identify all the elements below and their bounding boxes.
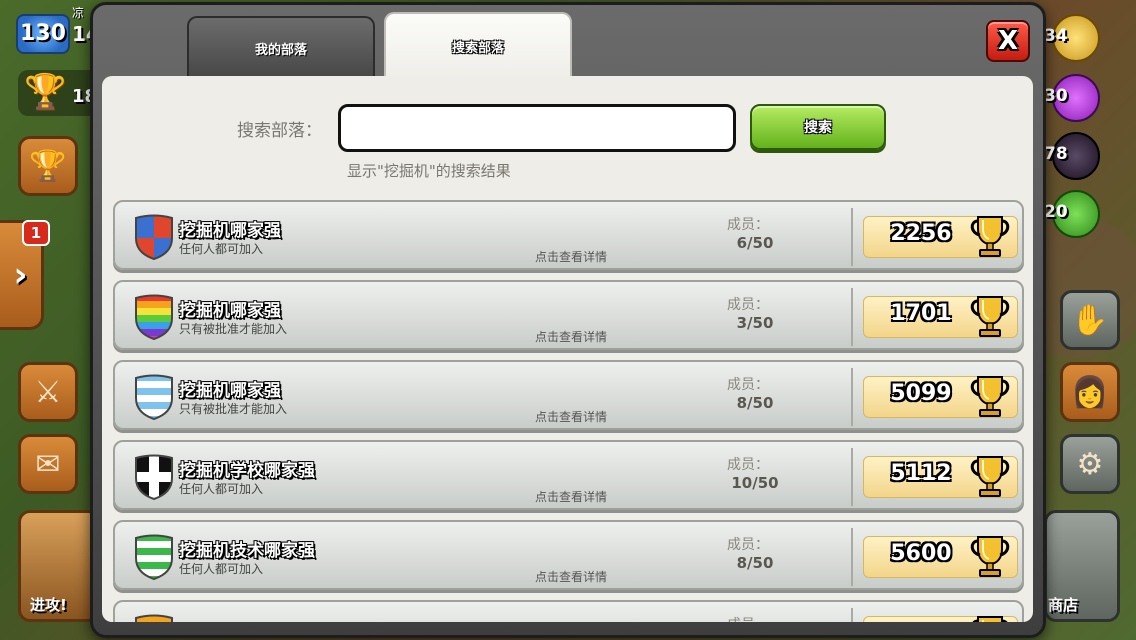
mail-button[interactable]: ✉ xyxy=(18,434,78,494)
members-label: 成员： xyxy=(727,217,769,233)
clan-trophy-box: 5600 xyxy=(863,536,1018,578)
villager-icon: 👩 xyxy=(1071,374,1109,410)
clan-row[interactable]: 挖掘机学校哪家强 任何人都可加入 点击查看详情 成员： 10/50 5112 xyxy=(113,440,1024,510)
clan-details-hint: 点击查看详情 xyxy=(535,330,608,344)
chevron-right-icon: › xyxy=(13,255,28,295)
members-label: 成员： xyxy=(727,537,769,553)
trophy-icon: 🏆 xyxy=(29,148,67,184)
gear-icon: ⚙ xyxy=(1076,446,1104,482)
clan-row[interactable]: 挖掘机哪家强 只有被批准才能加入 点击查看详情 成员： 3/50 1701 xyxy=(113,280,1024,350)
clan-trophy-box: 5099 xyxy=(863,376,1018,418)
notification-badge: 1 xyxy=(22,220,50,246)
orange-shield-icon xyxy=(135,614,173,622)
crossed-swords-icon: ⚔ xyxy=(34,374,62,410)
members-count: 10/50 xyxy=(731,474,779,492)
elixir-amount: 30 xyxy=(1044,86,1068,106)
clan-name: 挖掘机哪家强 xyxy=(179,301,281,321)
clan-trophy-count: 5600 xyxy=(890,541,952,566)
clan-join-type: 只有被批准才能加入 xyxy=(179,402,288,416)
clan-trophy-box: 2256 xyxy=(863,216,1018,258)
clan-war-button[interactable]: ⚔ xyxy=(18,362,78,422)
clan-details-hint: 点击查看详情 xyxy=(535,410,608,424)
row-divider xyxy=(851,608,853,622)
clan-name: 挖掘机哪家强 xyxy=(179,221,281,241)
members-count: 3/50 xyxy=(736,314,774,332)
clan-trophy-count: 2256 xyxy=(890,221,952,246)
clan-details-hint: 点击查看详情 xyxy=(535,570,608,584)
trophy-icon xyxy=(970,296,1010,337)
row-divider xyxy=(851,368,853,426)
clan-row[interactable]: 挖掘机哪家强 任何人都可加入 点击查看详情 成员： 6/50 2256 xyxy=(113,200,1024,270)
leaderboard-button[interactable]: 🏆 xyxy=(18,136,78,196)
gold-amount: 34 xyxy=(1044,26,1068,46)
clan-details-hint: 点击查看详情 xyxy=(535,250,608,264)
clan-join-type: 只有被批准才能加入 xyxy=(179,322,288,336)
row-divider xyxy=(851,528,853,586)
members-label: 成员 xyxy=(727,614,755,622)
red-blue-shield-icon xyxy=(135,214,173,260)
envelope-icon: ✉ xyxy=(35,446,61,482)
green-white-shield-icon xyxy=(135,534,173,580)
close-icon: X xyxy=(997,26,1019,56)
members-count: 6/50 xyxy=(736,234,774,252)
members-count: 8/50 xyxy=(736,554,774,572)
clan-trophy-count: 5099 xyxy=(890,381,952,406)
clan-join-type: 任何人都可加入 xyxy=(179,242,264,256)
clan-name: 挖掘机技术哪家强 xyxy=(179,541,315,561)
shop-label: 商店 xyxy=(1048,596,1079,614)
trophy-icon xyxy=(970,536,1010,577)
search-result-caption: 显示"挖掘机"的搜索结果 xyxy=(347,162,511,180)
tab-label: 我的部落 xyxy=(254,42,307,58)
search-button[interactable]: 搜索 xyxy=(750,104,886,150)
edit-mode-button[interactable]: ✋ xyxy=(1060,290,1120,350)
clan-name: 挖掘机哪家强 xyxy=(179,381,281,401)
clan-trophy-count: 5112 xyxy=(890,461,952,486)
row-divider xyxy=(851,288,853,346)
blue-white-striped-shield-icon xyxy=(135,374,173,420)
tab-label: 搜索部落 xyxy=(451,40,504,56)
members-count: 8/50 xyxy=(736,394,774,412)
clan-row[interactable]: 挖掘机技术哪家强 任何人都可加入 点击查看详情 成员： 8/50 5600 xyxy=(113,520,1024,590)
player-name: 凉 xyxy=(72,6,85,20)
close-button[interactable]: X xyxy=(986,20,1030,62)
clan-row[interactable]: 成员 xyxy=(113,600,1024,622)
row-divider xyxy=(851,208,853,266)
player-level-badge: 130 xyxy=(16,14,70,54)
search-label: 搜索部落： xyxy=(237,121,322,141)
trophy-icon xyxy=(970,456,1010,497)
members-label: 成员： xyxy=(727,457,769,473)
trophy-icon: 🏆 xyxy=(24,72,67,112)
dark-elixir-amount: 78 xyxy=(1044,144,1068,164)
search-input[interactable] xyxy=(338,104,736,152)
clan-trophy-box xyxy=(863,616,1018,622)
clan-trophy-box: 1701 xyxy=(863,296,1018,338)
tab-my-clan[interactable]: 我的部落 xyxy=(187,16,375,78)
clan-row[interactable]: 挖掘机哪家强 只有被批准才能加入 点击查看详情 成员： 8/50 5099 xyxy=(113,360,1024,430)
row-divider xyxy=(851,448,853,506)
builder-button[interactable]: 👩 xyxy=(1060,362,1120,422)
hand-icon: ✋ xyxy=(1071,302,1109,338)
search-button-label: 搜索 xyxy=(804,120,832,136)
trophy-icon xyxy=(970,216,1010,257)
clan-trophy-box: 5112 xyxy=(863,456,1018,498)
clan-join-type: 任何人都可加入 xyxy=(179,562,264,576)
tab-search-clans[interactable]: 搜索部落 xyxy=(384,12,572,78)
search-panel: 搜索部落： 搜索 显示"挖掘机"的搜索结果 挖掘机哪家强 任何人都可加入 点击查… xyxy=(102,76,1033,622)
trophy-icon xyxy=(970,376,1010,417)
gem-amount: 20 xyxy=(1044,202,1068,222)
clan-name: 挖掘机学校哪家强 xyxy=(179,461,315,481)
trophy-icon xyxy=(972,616,1008,622)
black-cross-shield-icon xyxy=(135,454,173,500)
clan-details-hint: 点击查看详情 xyxy=(535,490,608,504)
members-label: 成员： xyxy=(727,377,769,393)
clan-trophy-count: 1701 xyxy=(890,301,952,326)
attack-label: 进攻! xyxy=(30,596,67,614)
settings-button[interactable]: ⚙ xyxy=(1060,434,1120,494)
members-label: 成员： xyxy=(727,297,769,313)
clan-join-type: 任何人都可加入 xyxy=(179,482,264,496)
rainbow-shield-icon xyxy=(135,294,173,340)
